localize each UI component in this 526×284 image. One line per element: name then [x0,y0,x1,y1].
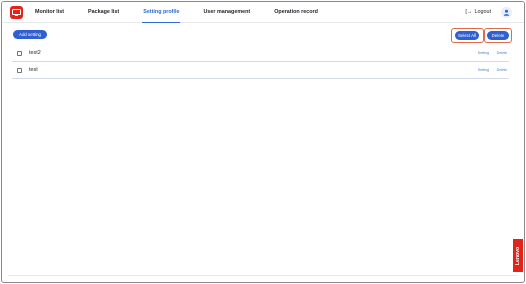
logout-icon: [→ [465,9,473,15]
logout-button[interactable]: [→ Logout [465,2,491,23]
lenovo-brand-tab[interactable]: Lenovo [513,239,523,272]
row-delete-link[interactable]: Delete [497,62,507,79]
setting-profile-list: test2 Setting Delete test Setting Delete [12,45,509,79]
profile-name: test2 [29,50,41,56]
main-nav: Monitor list Package list Setting profil… [35,2,342,23]
nav-item-package-list[interactable]: Package list [88,2,119,23]
list-item: test2 Setting Delete [12,45,509,62]
nav-item-operation-record[interactable]: Operation record [274,2,318,23]
footer-divider [8,275,518,276]
avatar[interactable] [501,7,512,18]
row-checkbox[interactable] [17,68,22,73]
delete-button[interactable]: Delete [487,31,509,40]
select-all-button[interactable]: Select All [455,31,479,40]
app-logo[interactable] [10,6,23,19]
row-setting-link[interactable]: Setting [478,45,489,62]
nav-item-user-management[interactable]: User management [203,2,250,23]
monitor-icon [12,9,21,16]
app-window: Monitor list Package list Setting profil… [1,1,525,283]
nav-item-setting-profile[interactable]: Setting profile [142,2,181,23]
row-checkbox[interactable] [17,51,22,56]
profile-name: test [29,67,38,73]
top-navigation-bar: Monitor list Package list Setting profil… [2,2,524,23]
row-delete-link[interactable]: Delete [497,45,507,62]
add-setting-button[interactable]: Add setting [13,30,47,39]
user-icon [503,9,510,16]
row-setting-link[interactable]: Setting [478,62,489,79]
logout-label: Logout [474,9,492,15]
list-item: test Setting Delete [12,62,509,79]
nav-item-monitor-list[interactable]: Monitor list [35,2,64,23]
brand-label: Lenovo [515,246,521,265]
